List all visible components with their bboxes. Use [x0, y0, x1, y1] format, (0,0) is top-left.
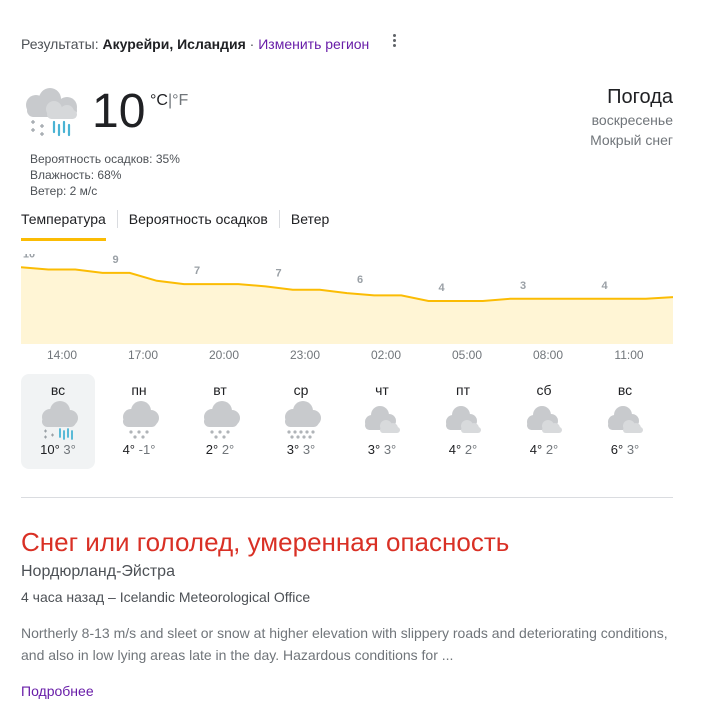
change-region-link[interactable]: Изменить регион — [258, 36, 369, 52]
tab-temperature[interactable]: Температура — [21, 206, 106, 241]
day-forecast-3[interactable]: вт 2° 2° — [183, 374, 257, 469]
chart-tabs: Температура Вероятность осадков Ветер — [21, 206, 330, 241]
snow-icon — [123, 401, 159, 439]
day-temps: 4° 2° — [507, 442, 581, 457]
day-temps: 3° 3° — [345, 442, 419, 457]
cloudy-icon — [608, 406, 643, 433]
temperature-area — [21, 267, 673, 344]
fahrenheit-unit[interactable]: °F — [172, 92, 188, 109]
weather-details: Вероятность осадков: 35% Влажность: 68% … — [30, 151, 180, 199]
tab-divider — [278, 210, 280, 228]
temperature-label: 7 — [194, 265, 200, 277]
day-name: вс — [617, 382, 633, 398]
low-temp: 2° — [221, 442, 235, 457]
temperature-label: 4 — [601, 280, 608, 292]
unit-switch: °C|°F — [150, 92, 188, 110]
temperature-label: 3 — [520, 280, 526, 292]
high-temp: 4° — [448, 442, 462, 457]
day-forecast-6[interactable]: пт 4° 2° — [426, 374, 500, 469]
day-name: вт — [213, 382, 227, 398]
alert-description: Northerly 8-13 m/s and sleet or snow at … — [21, 625, 668, 663]
day-temps: 10° 3° — [21, 442, 95, 457]
temperature-label: 9 — [112, 254, 118, 266]
time-axis: 14:00 17:00 20:00 23:00 02:00 05:00 08:00 11:00 — [21, 348, 673, 364]
cloudy-icon — [446, 406, 481, 433]
high-temp: 3° — [286, 442, 300, 457]
low-temp: 2° — [545, 442, 559, 457]
tab-wind[interactable]: Ветер — [291, 206, 330, 238]
day-forecast-1[interactable]: вс 10° 3° — [21, 374, 95, 469]
low-temp: 3° — [63, 442, 76, 457]
weather-condition: Мокрый снег — [590, 132, 673, 148]
temperature-label: 7 — [275, 267, 281, 279]
results-line: Результаты: Акурейри, Исландия · Изменит… — [21, 36, 369, 52]
weather-title-block: Погода воскресенье Мокрый снег — [590, 84, 673, 150]
day-name: чт — [375, 382, 389, 398]
snow-icon — [204, 401, 240, 439]
day-temps: 6° 3° — [588, 442, 662, 457]
day-name: сб — [536, 382, 552, 398]
divider — [21, 497, 673, 498]
high-temp: 4° — [122, 442, 136, 457]
time-label: 11:00 — [614, 348, 644, 362]
high-temp: 6° — [610, 442, 624, 457]
high-temp: 2° — [205, 442, 219, 457]
wind-speed: Ветер: 2 м/с — [30, 184, 98, 198]
alert-region: Нордюрланд-Эйстра — [21, 563, 175, 580]
time-label: 08:00 — [532, 348, 564, 362]
high-temp: 3° — [367, 442, 381, 457]
low-temp: 3° — [626, 442, 640, 457]
day-forecast-7[interactable]: сб 4° 2° — [507, 374, 581, 469]
more-options-icon[interactable] — [386, 32, 402, 54]
day-temps: 4° 2° — [426, 442, 500, 457]
tab-precipitation[interactable]: Вероятность осадков — [129, 206, 268, 238]
cloudy-icon — [527, 406, 562, 433]
day-temps: 2° 2° — [183, 442, 257, 457]
low-temp: -1° — [138, 442, 156, 457]
humidity: Влажность: 68% — [30, 168, 122, 182]
alert-title: Снег или гололед, умеренная опасность — [21, 527, 510, 557]
heavy-snow-icon — [285, 401, 321, 439]
tab-divider — [116, 210, 118, 228]
sleet-icon — [42, 401, 78, 440]
daily-forecast: вс 10° 3° пн 4° -1° вт 2° 2° ср 3° 3° чт 3° 3° пт 4… — [21, 374, 673, 469]
time-label: 05:00 — [451, 348, 483, 362]
temperature-label: 4 — [438, 282, 445, 294]
location-name: Акурейри, Исландия — [102, 36, 246, 52]
day-name: пн — [131, 382, 147, 398]
time-label: 17:00 — [127, 348, 159, 362]
low-temp: 3° — [383, 442, 397, 457]
day-forecast-5[interactable]: чт 3° 3° — [345, 374, 419, 469]
celsius-unit[interactable]: °C — [150, 92, 168, 109]
more-link[interactable]: Подробнее — [21, 681, 94, 701]
time-label: 20:00 — [208, 348, 240, 362]
low-temp: 3° — [302, 442, 316, 457]
results-prefix: Результаты: — [21, 36, 99, 52]
day-temps: 4° -1° — [102, 442, 176, 457]
cloudy-icon — [365, 406, 400, 433]
high-temp: 10° — [40, 442, 60, 457]
day-forecast-8[interactable]: вс 6° 3° — [588, 374, 662, 469]
time-label: 14:00 — [46, 348, 78, 362]
high-temp: 4° — [529, 442, 543, 457]
weather-day: воскресенье — [591, 112, 673, 128]
day-temps: 3° 3° — [264, 442, 338, 457]
separator-dot: · — [249, 36, 255, 52]
alert-source: 4 часа назад – Icelandic Meteorological … — [21, 589, 311, 605]
day-forecast-4[interactable]: ср 3° 3° — [264, 374, 338, 469]
sleet-icon — [26, 88, 77, 137]
day-name: вс — [50, 382, 66, 398]
precipitation-chance: Вероятность осадков: 35% — [30, 152, 180, 166]
temperature-label: 6 — [357, 274, 363, 286]
day-forecast-2[interactable]: пн 4° -1° — [102, 374, 176, 469]
temperature-label: 10 — [23, 254, 35, 260]
low-temp: 2° — [464, 442, 478, 457]
time-label: 23:00 — [289, 348, 321, 362]
temperature-chart: 10 9 7 7 6 4 3 4 — [21, 254, 673, 344]
day-name: пт — [456, 382, 470, 398]
day-name: ср — [293, 382, 309, 398]
weather-heading: Погода — [607, 86, 673, 108]
current-temperature: 10 — [92, 85, 146, 138]
time-label: 02:00 — [370, 348, 402, 362]
